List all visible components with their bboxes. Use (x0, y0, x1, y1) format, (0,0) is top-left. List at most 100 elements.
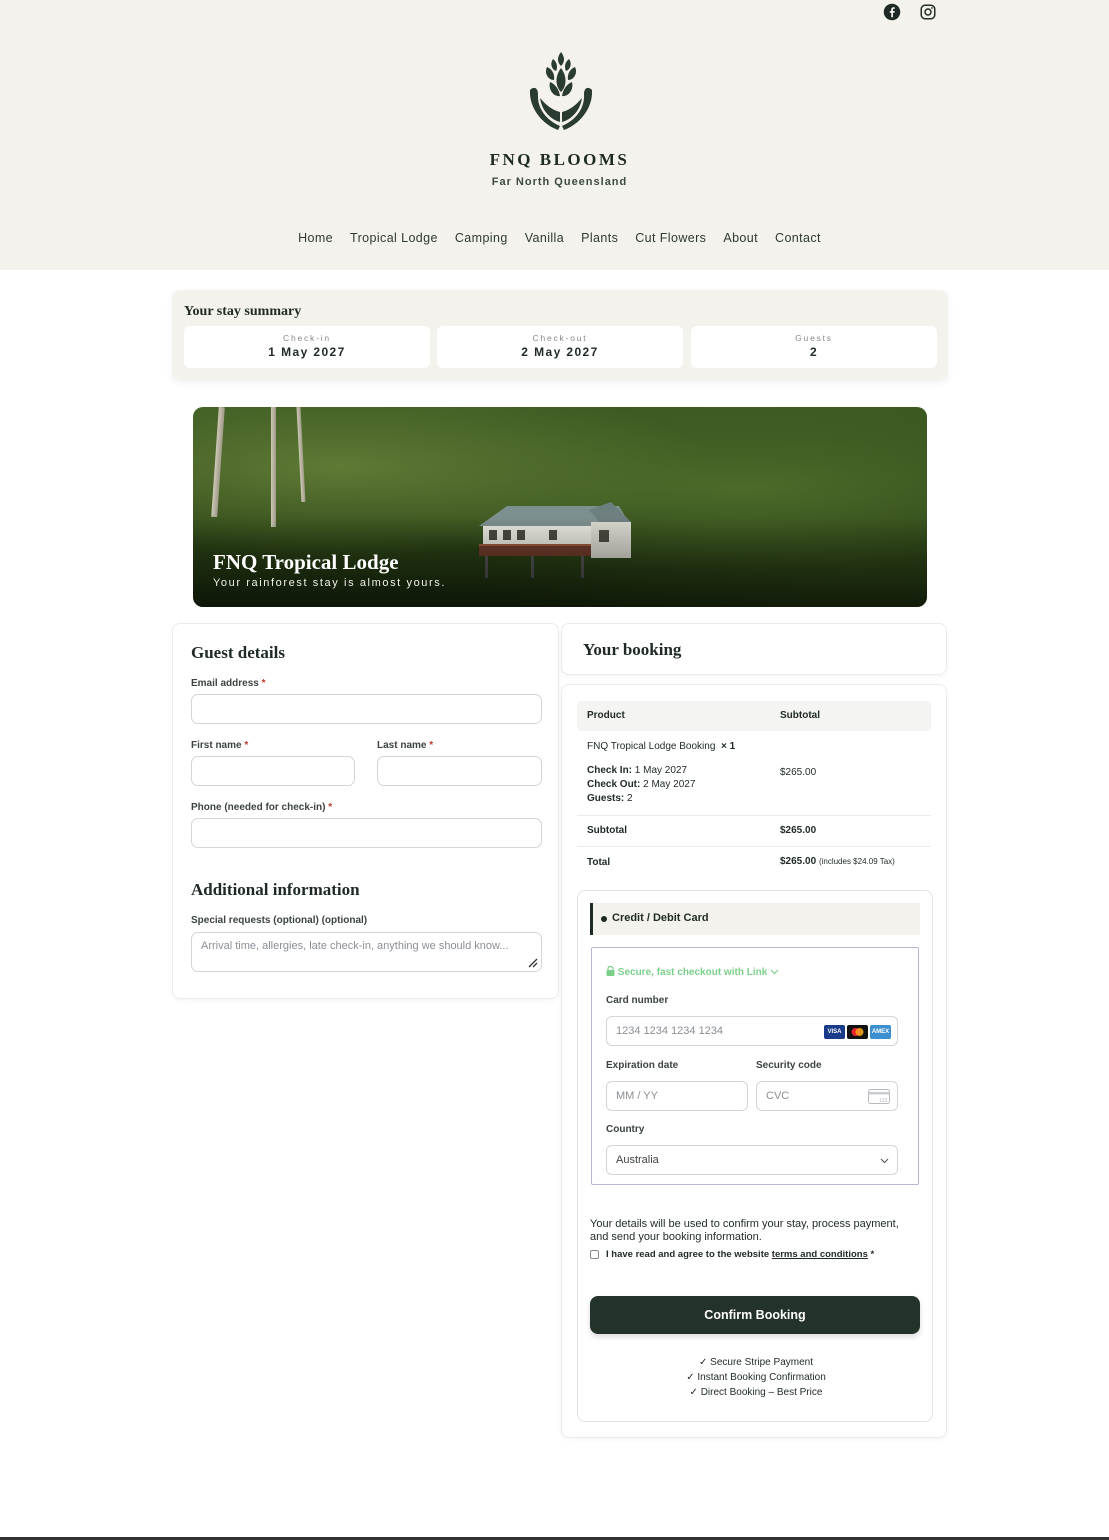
visa-icon: VISA (824, 1025, 845, 1039)
col-subtotal: Subtotal (780, 710, 820, 721)
card-number-placeholder: 1234 1234 1234 1234 (616, 1025, 724, 1037)
phone-label-text: Phone (needed for check-in) (191, 802, 326, 813)
meta-guests-key: Guests: (587, 793, 625, 804)
last-name-label: Last name * (377, 740, 433, 751)
hero-title: FNQ Tropical Lodge (213, 550, 399, 574)
card-number-input[interactable]: 1234 1234 1234 1234 VISA AMEX (606, 1016, 898, 1046)
expiration-label: Expiration date (606, 1060, 679, 1071)
main-nav: Home Tropical Lodge Camping Vanilla Plan… (0, 231, 1109, 245)
meta-guests-value: 2 (627, 793, 633, 804)
checkin-value: 1 May 2027 (268, 345, 346, 359)
confirm-booking-button[interactable]: Confirm Booking (590, 1296, 920, 1334)
hero-banner: FNQ Tropical Lodge Your rainforest stay … (193, 407, 927, 607)
required-mark: * (328, 802, 333, 813)
first-name-label: First name * (191, 740, 248, 751)
terms-checkbox[interactable] (590, 1250, 599, 1259)
payment-section: Credit / Debit Card Secure, fast checkou… (577, 890, 933, 1422)
cvc-hint: 123 (879, 1098, 888, 1104)
brand-logo[interactable] (526, 50, 596, 136)
checkin-box: Check-in 1 May 2027 (184, 326, 430, 368)
stay-summary-title: Your stay summary (184, 304, 302, 319)
expiration-placeholder: MM / YY (616, 1090, 658, 1102)
meta-checkout: Check Out: 2 May 2027 (587, 779, 695, 790)
lock-icon (606, 965, 615, 976)
required-mark: * (244, 740, 249, 751)
amex-icon: AMEX (870, 1025, 891, 1039)
brand-tagline: Far North Queensland (491, 176, 628, 188)
guest-details-title: Guest details (191, 643, 285, 662)
first-name-label-text: First name (191, 740, 242, 751)
meta-checkout-value: 2 May 2027 (643, 779, 696, 790)
checkout-value: 2 May 2027 (521, 345, 599, 359)
nav-camping[interactable]: Camping (455, 231, 508, 245)
checkout-box: Check-out 2 May 2027 (437, 326, 683, 368)
total-label: Total (587, 857, 611, 868)
security-code-input[interactable]: CVC 123 (756, 1081, 898, 1111)
terms-text: I have read and agree to the website ter… (606, 1249, 874, 1260)
meta-checkin-value: 1 May 2027 (634, 765, 688, 776)
subtotal-label: Subtotal (587, 825, 627, 836)
email-label: Email address * (191, 678, 266, 689)
radio-selected-icon (601, 916, 607, 922)
facebook-icon[interactable] (883, 3, 901, 21)
site-header: FNQ BLOOMS Far North Queensland Home Tro… (0, 0, 1109, 270)
booking-summary-card: Product Subtotal FNQ Tropical Lodge Book… (561, 684, 947, 1438)
your-booking-title: Your booking (583, 640, 682, 659)
link-checkout-text: Secure, fast checkout with Link (617, 967, 768, 978)
guests-label: Guests (795, 333, 833, 343)
privacy-note: Your details will be used to confirm you… (590, 1218, 899, 1243)
nav-cut-flowers[interactable]: Cut Flowers (635, 231, 706, 245)
special-requests-placeholder: Arrival time, allergies, late check-in, … (201, 940, 509, 952)
total-amount: $265.00 (780, 856, 817, 867)
link-checkout-toggle[interactable]: Secure, fast checkout with Link (606, 965, 779, 978)
email-label-text: Email address (191, 678, 259, 689)
checkin-label: Check-in (283, 333, 331, 343)
special-requests-label: Special requests (optional) (optional) (191, 915, 368, 926)
social-links (883, 3, 937, 21)
phone-label: Phone (needed for check-in) * (191, 802, 332, 813)
nav-vanilla[interactable]: Vanilla (525, 231, 564, 245)
chevron-down-icon (770, 969, 779, 975)
nav-about[interactable]: About (723, 231, 758, 245)
last-name-label-text: Last name (377, 740, 427, 751)
guests-box: Guests 2 (691, 326, 937, 368)
nav-contact[interactable]: Contact (775, 231, 821, 245)
expiration-input[interactable]: MM / YY (606, 1081, 748, 1111)
tree-trunk (296, 407, 306, 503)
payment-method-card[interactable]: Credit / Debit Card (590, 903, 920, 935)
meta-guests: Guests: 2 (587, 793, 633, 804)
hero-subtitle: Your rainforest stay is almost yours. (213, 577, 447, 589)
guest-details-card: Guest details Email address * First name… (172, 623, 559, 999)
security-code-placeholder: CVC (766, 1090, 790, 1102)
email-input[interactable] (191, 694, 542, 724)
payment-method-label: Credit / Debit Card (612, 912, 709, 924)
checkout-label: Check-out (532, 333, 588, 343)
product-name: FNQ Tropical Lodge Booking × 1 (587, 741, 735, 752)
chevron-down-icon (880, 1158, 889, 1164)
product-name-text: FNQ Tropical Lodge Booking (587, 741, 716, 752)
tax-note: (includes $24.09 Tax) (818, 857, 895, 866)
terms-text-main: I have read and agree to the website (606, 1249, 770, 1260)
additional-info-title: Additional information (191, 880, 360, 899)
phone-input[interactable] (191, 818, 542, 848)
first-name-input[interactable] (191, 756, 355, 786)
subtotal-value: $265.00 (780, 825, 817, 836)
security-code-label: Security code (756, 1060, 822, 1071)
last-name-input[interactable] (377, 756, 542, 786)
instagram-icon[interactable] (919, 3, 937, 21)
stripe-card-form: Secure, fast checkout with Link Card num… (591, 947, 919, 1185)
product-qty: × 1 (720, 741, 736, 752)
country-select[interactable]: Australia (606, 1145, 898, 1175)
required-mark: * (429, 740, 434, 751)
nav-tropical-lodge[interactable]: Tropical Lodge (350, 231, 438, 245)
trust-direct: ✓ Direct Booking – Best Price (689, 1387, 823, 1398)
total-value: $265.00 (includes $24.09 Tax) (780, 856, 895, 867)
terms-link[interactable]: terms and conditions (772, 1249, 868, 1260)
resize-handle-icon[interactable] (526, 956, 538, 968)
special-requests-textarea[interactable]: Arrival time, allergies, late check-in, … (191, 932, 542, 972)
trust-instant: ✓ Instant Booking Confirmation (686, 1372, 826, 1383)
brand-name: FNQ BLOOMS (489, 150, 630, 169)
nav-plants[interactable]: Plants (581, 231, 618, 245)
card-number-label: Card number (606, 995, 669, 1006)
nav-home[interactable]: Home (298, 231, 333, 245)
